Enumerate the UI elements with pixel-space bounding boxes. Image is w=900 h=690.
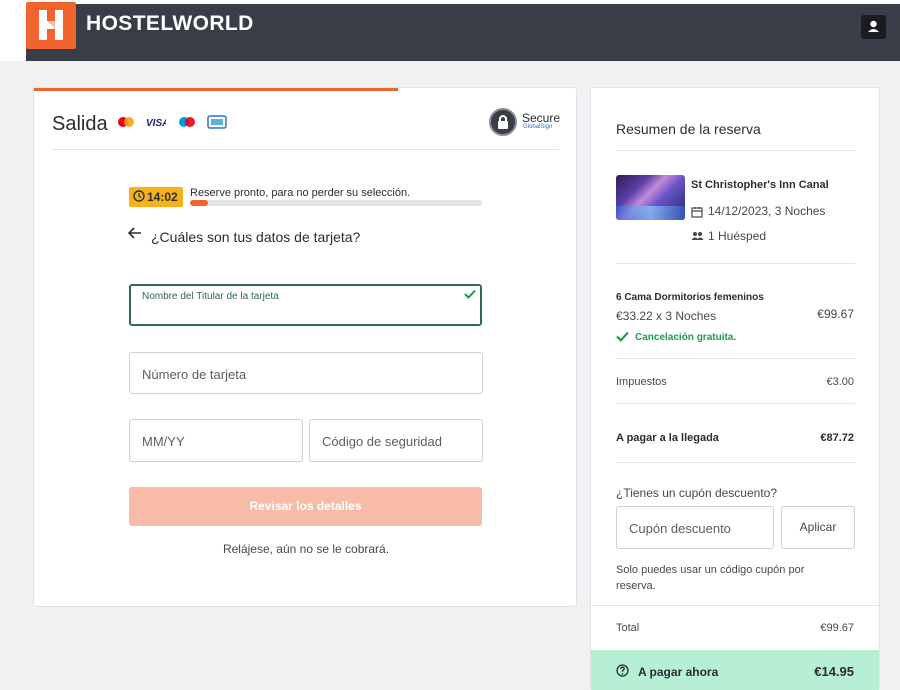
hostel-thumbnail [616, 175, 685, 220]
secure-sublabel: GlobalSign [523, 124, 553, 130]
room-type: 6 Cama Dormitorios femeninos [616, 292, 764, 303]
guests-icon [691, 232, 704, 240]
timer-progress-fill [190, 200, 208, 206]
cardholder-name-field[interactable]: Nombre del Titular de la tarjeta [129, 284, 482, 326]
card-number-field[interactable]: Número de tarjeta [129, 352, 483, 394]
help-icon[interactable] [616, 664, 629, 677]
checkout-title: Salida [52, 113, 108, 135]
checkout-progress-bar [34, 88, 398, 91]
timer-progress-track [190, 200, 482, 206]
coupon-note: Solo puedes usar un código cupón por res… [616, 564, 805, 592]
stay-dates: 14/12/2023, 3 Noches [708, 204, 826, 218]
pay-now-label: A pagar ahora [638, 665, 719, 679]
payment-logos: VISA [116, 115, 233, 131]
card-number-placeholder: Número de tarjeta [142, 367, 247, 382]
pay-on-arrival-label: A pagar a la llegada [616, 432, 719, 444]
svg-text:VISA: VISA [146, 118, 166, 129]
total-label: Total [616, 622, 640, 634]
brand-name[interactable]: HOSTELWORLD [86, 12, 254, 36]
check-icon [464, 289, 476, 299]
pay-on-arrival-value: €87.72 [820, 432, 854, 444]
hostel-name: St Christopher's Inn Canal [691, 179, 829, 191]
divider [616, 462, 855, 463]
apply-coupon-button[interactable]: Aplicar [781, 506, 855, 549]
payment-card: Salida VISA Secure GlobalSign 14:02 [33, 87, 577, 607]
booking-summary-card: Resumen de la reserva St Christopher's I… [590, 87, 880, 690]
cardholder-name-label: Nombre del Titular de la tarjeta [142, 291, 279, 302]
divider [591, 605, 879, 606]
room-subtotal: €99.67 [817, 307, 854, 321]
room-rate: €33.22 x 3 Noches [616, 309, 717, 323]
clock-icon [133, 190, 145, 202]
free-cancellation: Cancelación gratuita. [635, 332, 737, 343]
card-icon [207, 115, 228, 134]
user-account-button[interactable] [861, 15, 886, 39]
back-arrow-icon[interactable] [128, 226, 142, 240]
pay-now-value: €14.95 [814, 664, 854, 679]
countdown-timer: 14:02 [129, 187, 183, 207]
calendar-icon [691, 207, 703, 218]
divider [616, 150, 855, 151]
mastercard-icon [116, 115, 136, 134]
taxes-value: €3.00 [826, 376, 854, 388]
secure-badge: Secure GlobalSign [489, 108, 561, 138]
security-code-placeholder: Código de seguridad [322, 434, 442, 449]
logo-h-icon [39, 10, 63, 40]
divider [616, 403, 855, 404]
top-header: HOSTELWORLD [0, 0, 900, 61]
divider [52, 149, 559, 150]
user-icon [868, 20, 879, 32]
no-charge-note: Relájese, aún no se le cobrará. [222, 542, 390, 556]
logo-icon[interactable] [26, 2, 76, 49]
review-details-button[interactable]: Revisar los detalles [129, 487, 482, 526]
summary-title: Resumen de la reserva [616, 121, 761, 137]
coupon-input[interactable]: Cupón descuento [616, 506, 774, 549]
expiry-field[interactable]: MM/YY [129, 419, 303, 462]
total-value: €99.67 [820, 622, 854, 634]
check-icon [616, 331, 629, 342]
coupon-question: ¿Tienes un cupón descuento? [616, 486, 777, 500]
visa-icon: VISA [146, 115, 169, 134]
divider [616, 358, 855, 359]
reserve-message: Reserve pronto, para no perder su selecc… [190, 187, 411, 199]
guest-count: 1 Huésped [708, 229, 767, 243]
taxes-label: Impuestos [616, 376, 667, 388]
pay-now-row: A pagar ahora €14.95 [591, 650, 879, 690]
timer-value: 14:02 [147, 190, 178, 204]
maestro-icon [177, 115, 197, 134]
coupon-placeholder: Cupón descuento [629, 521, 731, 536]
divider [616, 263, 855, 264]
expiry-placeholder: MM/YY [142, 434, 185, 449]
lock-icon [489, 108, 517, 136]
security-code-field[interactable]: Código de seguridad [309, 419, 483, 462]
secure-label: Secure [522, 111, 561, 125]
card-details-question: ¿Cuáles son tus datos de tarjeta? [151, 229, 361, 245]
